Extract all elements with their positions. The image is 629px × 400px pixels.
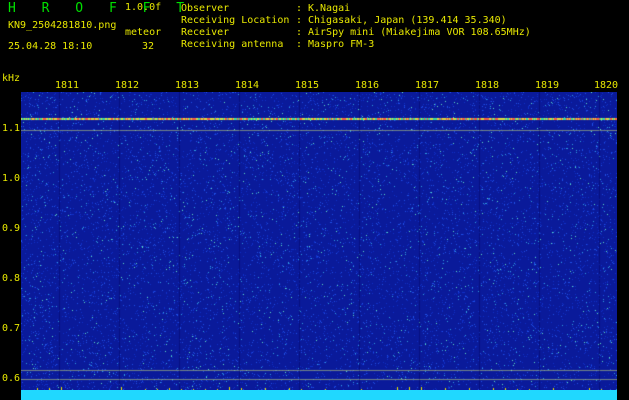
meta-value: Chigasaki, Japan (139.414 35.340) (308, 15, 507, 26)
app-title: H R O F F T (8, 1, 194, 16)
y-tick-label: 1.1 (2, 123, 21, 134)
x-tick-label: 1816 (355, 80, 380, 91)
y-tick-label: 0.6 (2, 373, 21, 384)
meta-label: Receiver (181, 27, 230, 38)
observer-row: Observer: K.Nagai (181, 3, 350, 14)
meta-label: Receiving antenna (181, 39, 284, 50)
meta-separator: : (296, 39, 303, 50)
x-tick-label: 1819 (535, 80, 560, 91)
meta-separator: : (296, 3, 303, 14)
file-name: KN9_2504281810.png (8, 20, 117, 31)
x-tick-label: 1811 (55, 80, 80, 91)
y-tick-label: 1.0 (2, 173, 21, 184)
meta-separator: : (296, 27, 303, 38)
app-version: 1.0.0f (125, 2, 162, 13)
x-tick-label: 1818 (475, 80, 500, 91)
time-marker-strip (21, 390, 617, 400)
x-tick-label: 1815 (295, 80, 320, 91)
x-tick-label: 1812 (115, 80, 140, 91)
meta-value: AirSpy mini (Miakejima VOR 108.65MHz) (308, 27, 531, 38)
y-tick-label: 0.8 (2, 273, 21, 284)
meta-label: Observer (181, 3, 230, 14)
mode-label: meteor (125, 27, 162, 38)
location-row: Receiving Location: Chigasaki, Japan (139… (181, 15, 507, 26)
x-tick-label: 1817 (415, 80, 440, 91)
spectrogram-plot[interactable] (21, 92, 617, 394)
meta-value: K.Nagai (308, 3, 351, 14)
x-tick-label: 1820 (594, 80, 619, 91)
receiver-row: Receiver: AirSpy mini (Miakejima VOR 108.… (181, 27, 531, 38)
meta-value: Maspro FM-3 (308, 39, 375, 50)
y-tick-label: 0.7 (2, 323, 21, 334)
antenna-row: Receiving antenna: Maspro FM-3 (181, 39, 374, 50)
y-tick-label: 0.9 (2, 223, 21, 234)
meta-label: Receiving Location (181, 15, 290, 26)
meta-separator: : (296, 15, 303, 26)
detection-count: 32 (142, 41, 155, 52)
y-axis-unit: kHz (2, 73, 21, 84)
x-tick-label: 1813 (175, 80, 200, 91)
timestamp: 25.04.28 18:10 (8, 41, 93, 52)
x-tick-label: 1814 (235, 80, 260, 91)
